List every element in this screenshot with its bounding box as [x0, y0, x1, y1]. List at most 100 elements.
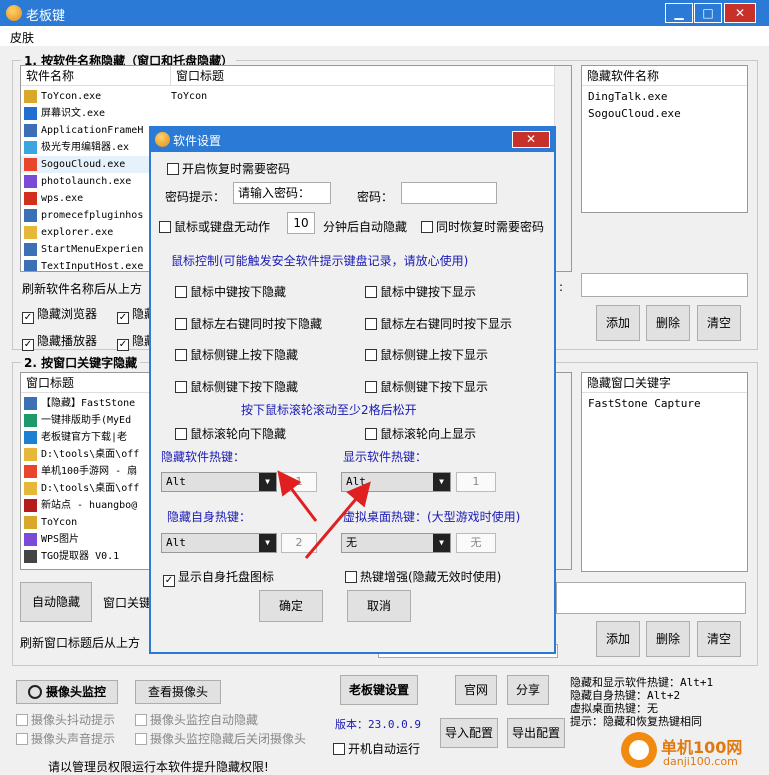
software-settings-dialog: 软件设置 ✕ 开启恢复时需要密码 密码提示： 请输入密码： 密码： 鼠标或键盘无…: [149, 126, 556, 654]
process-window-title: ToYcon: [171, 91, 208, 102]
annotation-arrows: [277, 470, 371, 559]
ToYcon-icon: [24, 90, 37, 103]
software-name-input[interactable]: [581, 273, 748, 297]
hidden-item[interactable]: DingTalk.exe: [588, 90, 667, 103]
watermark-logo-inner: [629, 740, 649, 760]
tool-icon: [24, 550, 37, 563]
camera-shake-checkbox[interactable]: 摄像头抖动提示: [16, 711, 115, 728]
colon-label: :: [559, 280, 564, 294]
window-keyword-input[interactable]: [556, 582, 746, 614]
annotation-arrow: [304, 481, 371, 559]
add-keyword-button[interactable]: 添加: [596, 621, 640, 657]
window-title-text: WPS图片: [41, 534, 80, 545]
checkbox-check: [16, 714, 28, 726]
process-row[interactable]: ToYcon.exe ToYcon: [21, 88, 556, 105]
import-config-button[interactable]: 导入配置: [440, 718, 498, 748]
checkbox-check: [16, 733, 28, 745]
title-bar: 老板键 ▁ □ ✕: [0, 0, 769, 26]
typeset-icon: [24, 414, 37, 427]
folder-icon: [24, 226, 37, 239]
keyword-list[interactable]: 隐藏窗口关键字 FastStone Capture: [581, 372, 748, 572]
photo-icon: [24, 175, 37, 188]
window-title-text: D:\tools\桌面\off: [41, 449, 140, 460]
hotkey-info-line: 隐藏自身热键：Alt+2: [570, 689, 681, 702]
process-name: ToYcon.exe: [41, 91, 102, 102]
hotkey-info: 隐藏和显示软件热键：Alt+1 隐藏自身热键：Alt+2 虚拟桌面热键：无 提示…: [570, 676, 713, 728]
text-recognition-icon: [24, 107, 37, 120]
refresh-window-label: 刷新窗口标题后从上方: [20, 636, 141, 650]
window-title: 老板键: [26, 9, 66, 24]
window-title-text: D:\tools\桌面\off: [41, 483, 140, 494]
wps-icon: [24, 192, 37, 205]
checkbox-check: [135, 733, 147, 745]
hide-player-checkbox[interactable]: ✓ 隐藏播放器: [22, 332, 97, 351]
col-header-title[interactable]: 窗口标题: [171, 66, 556, 86]
boss-key-settings-button[interactable]: 老板键设置: [340, 675, 418, 705]
refresh-name-label: 刷新软件名称后从上方: [22, 282, 143, 296]
camera-sound-checkbox[interactable]: 摄像头声音提示: [16, 730, 115, 747]
process-row[interactable]: 屏幕识文.exe: [21, 105, 556, 122]
hotkey-info-line: 虚拟桌面热键：无: [570, 702, 658, 715]
process-list-scrollbar[interactable]: [554, 66, 571, 271]
window-title-text: ToYcon: [41, 517, 78, 528]
official-site-button[interactable]: 官网: [455, 675, 497, 705]
checkbox-check: ✓: [117, 339, 129, 351]
camera-icon: [27, 685, 42, 699]
folder-icon: [24, 448, 37, 461]
keyword-item[interactable]: FastStone Capture: [588, 397, 701, 410]
filezilla-icon: [24, 499, 37, 512]
window-list-scrollbar[interactable]: [554, 373, 571, 569]
hide-browser-checkbox[interactable]: ✓ 隐藏浏览器: [22, 305, 97, 324]
window-title-text: 一键排版助手(MyEd: [41, 415, 132, 426]
export-config-button[interactable]: 导出配置: [507, 718, 565, 748]
checkbox-check: ✓: [117, 312, 129, 324]
view-camera-button[interactable]: 查看摄像头: [135, 680, 221, 704]
close-button[interactable]: ✕: [724, 3, 756, 23]
delete-keyword-button[interactable]: 删除: [646, 621, 690, 657]
ToYcon-icon: [24, 516, 37, 529]
camera-monitor-button[interactable]: 摄像头监控: [16, 680, 118, 704]
minimize-button[interactable]: ▁: [665, 3, 693, 23]
clear-keyword-button[interactable]: 清空: [697, 621, 741, 657]
menu-bar: 皮肤: [0, 26, 769, 46]
input-icon: [24, 260, 37, 271]
wps-icon: [24, 533, 37, 546]
watermark-logo: [621, 732, 657, 768]
hidden-item[interactable]: SogouCloud.exe: [588, 107, 681, 120]
browser-icon: [24, 465, 37, 478]
admin-note: 请以管理员权限运行本软件提升隐藏权限!: [48, 760, 269, 774]
annotation-arrow: [277, 470, 318, 522]
folder-icon: [24, 482, 37, 495]
hidden-software-list[interactable]: 隐藏软件名称 DingTalk.exe SogouCloud.exe: [581, 65, 748, 213]
window-keyword-label: 窗口关键: [103, 596, 152, 610]
start-menu-icon: [24, 243, 37, 256]
window-title-text: 【隐藏】FastStone: [41, 398, 136, 409]
camera-autohide-checkbox[interactable]: 摄像头监控自动隐藏: [135, 711, 258, 728]
checkbox-check: ✓: [22, 339, 34, 351]
clear-software-button[interactable]: 清空: [697, 305, 741, 341]
app-icon: [6, 5, 22, 21]
add-software-button[interactable]: 添加: [596, 305, 640, 341]
auto-hide-button[interactable]: 自动隐藏: [20, 582, 92, 622]
editor-icon: [24, 141, 37, 154]
watermark-sub: danji100.com: [663, 755, 738, 768]
checkbox-check: [135, 714, 147, 726]
faststone-icon: [24, 397, 37, 410]
maximize-button[interactable]: □: [694, 3, 722, 23]
process-name: 屏幕识文.exe: [41, 108, 106, 119]
menu-skin[interactable]: 皮肤: [10, 29, 34, 46]
camera-close-checkbox[interactable]: 摄像头监控隐藏后关闭摄像头: [135, 730, 306, 747]
share-button[interactable]: 分享: [507, 675, 549, 705]
checkbox-check: ✓: [22, 312, 34, 324]
col-header-name[interactable]: 软件名称: [21, 66, 171, 86]
version-label: 版本：23.0.0.9: [335, 718, 421, 731]
hotkey-info-line: 提示：隐藏和恢复热键相同: [570, 715, 702, 728]
checkbox-check: [333, 743, 345, 755]
edge-icon: [24, 431, 37, 444]
keyword-header: 隐藏窗口关键字: [582, 373, 747, 393]
hidden-software-header: 隐藏软件名称: [582, 66, 747, 86]
autostart-checkbox[interactable]: 开机自动运行: [333, 740, 420, 757]
window-title-text: 单机100手游网 - 扇: [41, 466, 138, 477]
delete-software-button[interactable]: 删除: [646, 305, 690, 341]
section-by-keyword-legend: 2. 按窗口关键字隐藏: [24, 356, 138, 370]
